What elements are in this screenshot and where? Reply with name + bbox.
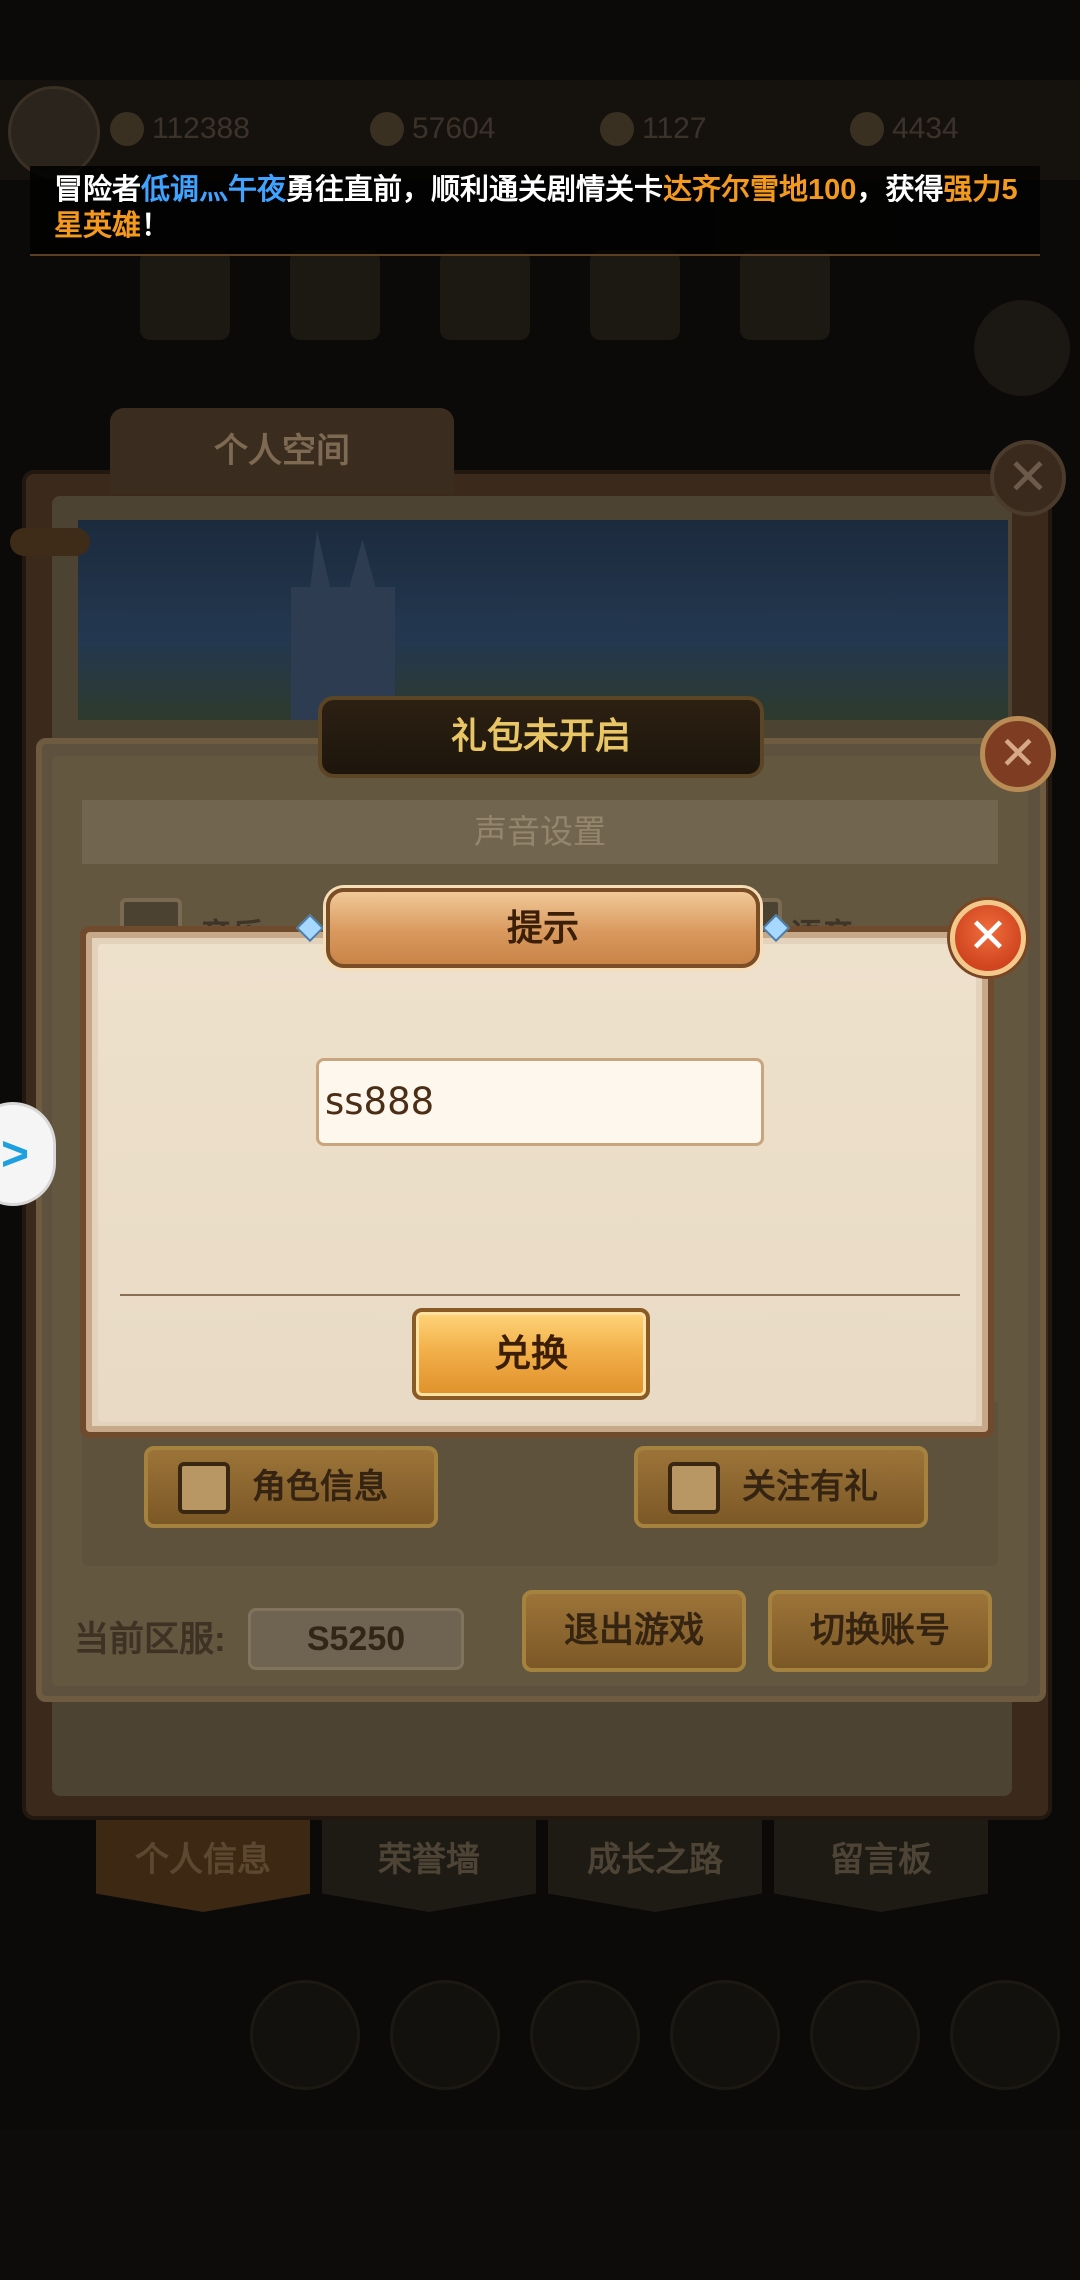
ticker-player-name: 低调灬午夜 [141, 174, 287, 206]
personal-space-close-icon: ✕ [990, 440, 1066, 516]
announcement-ticker: 冒险者低调灬午夜勇往直前，顺利通关剧情关卡达齐尔雪地100，获得强力5星英雄！ [30, 166, 1040, 256]
power-value: 57604 [412, 112, 496, 146]
tab-personal-info: 个人信息 [96, 1820, 310, 1912]
ticker-prefix: 冒险者 [54, 174, 142, 206]
exit-game-button[interactable]: 退出游戏 [522, 1590, 746, 1672]
tab-growth-path: 成长之路 [548, 1820, 762, 1912]
ticker-stage: 达齐尔雪地100 [663, 174, 857, 206]
prompt-title: 提示 [506, 907, 579, 948]
redeem-button[interactable]: 兑换 [412, 1308, 650, 1400]
role-info-label: 角色信息 [252, 1468, 388, 1506]
prompt-close-icon[interactable]: ✕ [950, 900, 1026, 976]
power-icon [370, 112, 404, 147]
switch-account-button[interactable]: 切换账号 [768, 1590, 992, 1672]
side-menu-button [974, 300, 1070, 396]
personal-space-tabs: 个人信息 荣誉墙 成长之路 留言板 [96, 1820, 996, 1915]
diamond-resource: 4434 [850, 106, 959, 150]
player-avatar[interactable] [8, 86, 100, 178]
ticker-end: ！ [141, 210, 171, 242]
diamond-value: 4434 [892, 112, 959, 146]
gold-coin-icon [110, 112, 144, 147]
stamina-value: 1127 [642, 112, 707, 146]
follow-gift-label: 关注有礼 [742, 1468, 878, 1506]
dim-menu-icon [530, 1980, 640, 2090]
server-value: S5250 [248, 1608, 464, 1670]
card-icon [178, 1462, 230, 1514]
gift-icon [668, 1462, 720, 1514]
shortcut-bar [120, 250, 920, 350]
dim-menu-icon [950, 1980, 1060, 2090]
gold-resource: 112388 [110, 106, 250, 150]
shortcut-slot [140, 250, 230, 340]
castle-banner-image [78, 520, 1008, 720]
shortcut-slot [740, 250, 830, 340]
dim-menu-icon [390, 1980, 500, 2090]
resource-top-bar: 112388 57604 1127 4434 [0, 80, 1080, 180]
power-resource: 57604 [370, 106, 495, 150]
stamina-icon [600, 112, 634, 147]
dim-menu-icon [250, 1980, 360, 2090]
shortcut-slot [590, 250, 680, 340]
dim-menu-icon [810, 1980, 920, 2090]
ticker-suffix: ，获得 [856, 174, 944, 206]
castle-illustration [291, 530, 395, 720]
bottom-navigation [0, 2130, 1080, 2280]
server-label: 当前区服: [74, 1620, 226, 1659]
shortcut-slot [290, 250, 380, 340]
settings-close-icon[interactable]: ✕ [980, 716, 1056, 792]
prompt-divider [120, 1294, 960, 1296]
tab-honor-wall: 荣誉墙 [322, 1820, 536, 1912]
personal-space-tab: 个人空间 [110, 408, 454, 494]
settings-title: 礼包未开启 [450, 715, 631, 756]
shortcut-slot [440, 250, 530, 340]
scroll-roll-decoration [10, 528, 90, 556]
play-arrow-icon: > [1, 1128, 30, 1181]
sound-settings-header: 声音设置 [82, 800, 998, 864]
redeem-code-input[interactable]: ss888 [316, 1058, 764, 1146]
diamond-icon [850, 112, 884, 147]
gold-value: 112388 [152, 112, 250, 146]
follow-gift-button[interactable]: 关注有礼 [634, 1446, 928, 1528]
role-info-button[interactable]: 角色信息 [144, 1446, 438, 1528]
dim-menu-icon [670, 1980, 780, 2090]
stamina-resource: 1127 [600, 106, 707, 150]
tab-message-board: 留言板 [774, 1820, 988, 1912]
ticker-middle: 勇往直前，顺利通关剧情关卡 [286, 174, 664, 206]
